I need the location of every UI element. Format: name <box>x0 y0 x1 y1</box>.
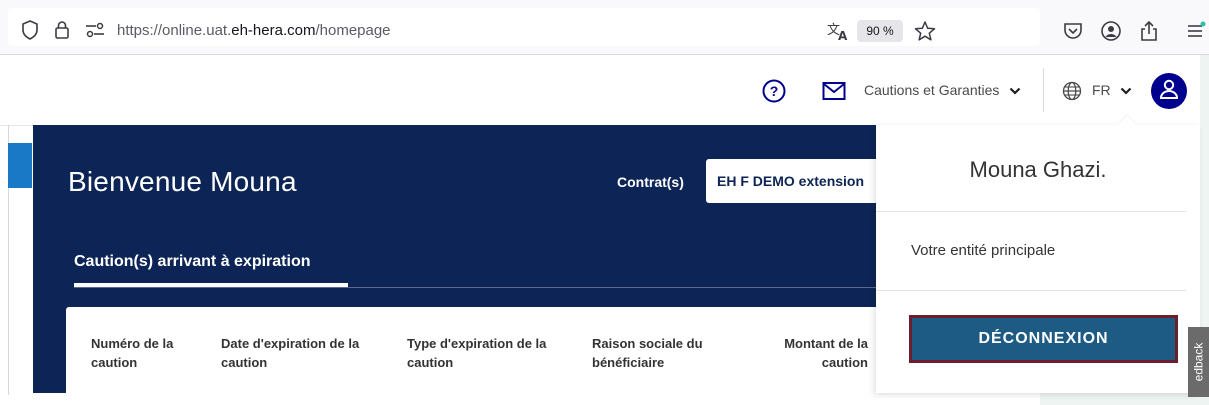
column-header-beneficiary[interactable]: Raison sociale du bénéficiaire <box>592 334 742 372</box>
url-text[interactable]: https://online.uat.eh-hera.com/homepage <box>117 22 391 39</box>
permissions-icon[interactable] <box>84 21 106 39</box>
user-icon <box>1158 78 1180 105</box>
lock-icon[interactable] <box>52 20 72 40</box>
globe-icon[interactable] <box>1061 80 1083 102</box>
menu-icon[interactable] <box>1184 20 1206 42</box>
dropdown-divider <box>876 290 1186 291</box>
chevron-down-icon <box>1120 83 1132 99</box>
mail-icon[interactable] <box>822 81 846 101</box>
page-title: Bienvenue Mouna <box>68 166 297 197</box>
dropdown-divider <box>876 211 1186 212</box>
svg-text:?: ? <box>770 83 779 99</box>
side-accent <box>8 143 32 188</box>
browser-toolbar: https://online.uat.eh-hera.com/homepage … <box>0 0 1209 55</box>
language-label: FR <box>1092 82 1111 98</box>
account-icon[interactable] <box>1100 20 1122 42</box>
translate-icon[interactable]: 文A <box>826 20 850 42</box>
products-menu[interactable]: Cautions et Garanties <box>864 82 1021 99</box>
svg-text:A: A <box>838 29 848 42</box>
contract-select-value: EH F DEMO extension <box>717 173 865 189</box>
share-icon[interactable] <box>1138 20 1160 42</box>
column-header-amount[interactable]: Montant de la caution <box>760 334 868 372</box>
feedback-label: edback <box>1191 342 1206 382</box>
chevron-down-icon <box>1009 83 1021 99</box>
logout-button[interactable]: DÉCONNEXION <box>909 315 1178 363</box>
user-name: Mouna Ghazi. <box>969 157 1107 182</box>
language-selector[interactable]: FR <box>1092 82 1132 99</box>
tab-expiring-guarantees[interactable]: Caution(s) arrivant à expiration <box>74 253 311 271</box>
products-label: Cautions et Garanties <box>864 82 1000 98</box>
feedback-tab[interactable]: edback <box>1188 327 1209 397</box>
column-header-expiry-date[interactable]: Date d'expiration de la caution <box>221 334 391 372</box>
pocket-icon[interactable] <box>1062 20 1084 42</box>
user-avatar-button[interactable] <box>1151 73 1187 109</box>
column-header-expiry-type[interactable]: Type d'expiration de la caution <box>407 334 577 372</box>
help-icon[interactable]: ? <box>762 79 786 103</box>
bookmark-star-icon[interactable] <box>914 20 936 42</box>
shield-icon[interactable] <box>20 20 40 40</box>
zoom-level-button[interactable]: 90 % <box>857 20 903 42</box>
contract-label: Contrat(s) <box>617 174 684 190</box>
main-entity-label: Votre entité principale <box>911 242 1056 259</box>
column-header-number[interactable]: Numéro de la caution <box>91 334 201 372</box>
header-divider <box>1043 68 1044 112</box>
